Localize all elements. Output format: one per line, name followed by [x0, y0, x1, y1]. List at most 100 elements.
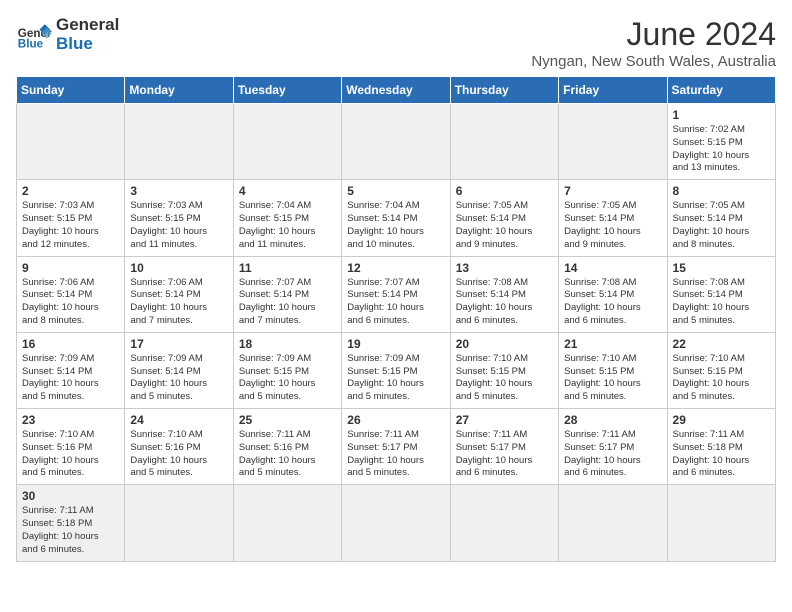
day-number: 2: [22, 184, 119, 198]
day-info: Sunrise: 7:03 AM Sunset: 5:15 PM Dayligh…: [22, 200, 119, 251]
day-info: Sunrise: 7:10 AM Sunset: 5:15 PM Dayligh…: [564, 353, 661, 404]
calendar-day-cell: [125, 485, 233, 561]
day-number: 23: [22, 413, 119, 427]
calendar-day-cell: [450, 104, 558, 180]
calendar-day-cell: [450, 485, 558, 561]
calendar-day-cell: 8 Sunrise: 7:05 AM Sunset: 5:14 PM Daylig…: [667, 180, 775, 256]
calendar-day-cell: 19 Sunrise: 7:09 AM Sunset: 5:15 PM Dayli…: [342, 332, 450, 408]
calendar-day-cell: [559, 485, 667, 561]
calendar-day-cell: 7Sunrise: 7:05 AM Sunset: 5:14 PM Daylig…: [559, 180, 667, 256]
calendar-day-cell: 3 Sunrise: 7:03 AM Sunset: 5:15 PM Daylig…: [125, 180, 233, 256]
day-info: Sunrise: 7:10 AM Sunset: 5:16 PM Dayligh…: [22, 429, 119, 480]
day-info: Sunrise: 7:10 AM Sunset: 5:16 PM Dayligh…: [130, 429, 227, 480]
day-info: Sunrise: 7:03 AM Sunset: 5:15 PM Dayligh…: [130, 200, 227, 251]
calendar-day-cell: 25 Sunrise: 7:11 AM Sunset: 5:16 PM Dayli…: [233, 409, 341, 485]
calendar-day-cell: 30 Sunrise: 7:11 AM Sunset: 5:18 PM Dayli…: [17, 485, 125, 561]
calendar-day-cell: 27Sunrise: 7:11 AM Sunset: 5:17 PM Dayli…: [450, 409, 558, 485]
calendar-day-cell: 10 Sunrise: 7:06 AM Sunset: 5:14 PM Dayli…: [125, 256, 233, 332]
day-info: Sunrise: 7:07 AM Sunset: 5:14 PM Dayligh…: [347, 277, 444, 328]
day-number: 16: [22, 337, 119, 351]
calendar-day-cell: 4 Sunrise: 7:04 AM Sunset: 5:15 PM Daylig…: [233, 180, 341, 256]
calendar-header-cell: Thursday: [450, 77, 558, 104]
day-number: 19: [347, 337, 444, 351]
calendar-day-cell: 2 Sunrise: 7:03 AM Sunset: 5:15 PM Daylig…: [17, 180, 125, 256]
day-info: Sunrise: 7:06 AM Sunset: 5:14 PM Dayligh…: [130, 277, 227, 328]
day-info: Sunrise: 7:07 AM Sunset: 5:14 PM Dayligh…: [239, 277, 336, 328]
day-info: Sunrise: 7:08 AM Sunset: 5:14 PM Dayligh…: [564, 277, 661, 328]
calendar-header-row: SundayMondayTuesdayWednesdayThursdayFrid…: [17, 77, 776, 104]
day-info: Sunrise: 7:11 AM Sunset: 5:17 PM Dayligh…: [456, 429, 553, 480]
calendar-week-row: 1 Sunrise: 7:02 AM Sunset: 5:15 PM Daylig…: [17, 104, 776, 180]
day-number: 8: [673, 184, 770, 198]
day-number: 17: [130, 337, 227, 351]
calendar-week-row: 30 Sunrise: 7:11 AM Sunset: 5:18 PM Dayli…: [17, 485, 776, 561]
location-title: Nyngan, New South Wales, Australia: [531, 53, 776, 70]
day-number: 14: [564, 261, 661, 275]
day-number: 15: [673, 261, 770, 275]
day-number: 28: [564, 413, 661, 427]
day-number: 26: [347, 413, 444, 427]
day-number: 5: [347, 184, 444, 198]
day-number: 6: [456, 184, 553, 198]
day-info: Sunrise: 7:09 AM Sunset: 5:15 PM Dayligh…: [239, 353, 336, 404]
calendar-day-cell: [17, 104, 125, 180]
logo-general-text: General: [56, 16, 119, 35]
day-info: Sunrise: 7:10 AM Sunset: 5:15 PM Dayligh…: [673, 353, 770, 404]
calendar-day-cell: 29Sunrise: 7:11 AM Sunset: 5:18 PM Dayli…: [667, 409, 775, 485]
logo-blue-text: Blue: [56, 35, 119, 54]
calendar-day-cell: 18 Sunrise: 7:09 AM Sunset: 5:15 PM Dayli…: [233, 332, 341, 408]
day-info: Sunrise: 7:10 AM Sunset: 5:15 PM Dayligh…: [456, 353, 553, 404]
day-number: 21: [564, 337, 661, 351]
calendar-day-cell: 11 Sunrise: 7:07 AM Sunset: 5:14 PM Dayli…: [233, 256, 341, 332]
calendar-week-row: 9 Sunrise: 7:06 AM Sunset: 5:14 PM Daylig…: [17, 256, 776, 332]
calendar-header-cell: Sunday: [17, 77, 125, 104]
day-number: 4: [239, 184, 336, 198]
calendar-day-cell: 26 Sunrise: 7:11 AM Sunset: 5:17 PM Dayli…: [342, 409, 450, 485]
calendar-day-cell: 5Sunrise: 7:04 AM Sunset: 5:14 PM Daylig…: [342, 180, 450, 256]
day-number: 30: [22, 489, 119, 503]
day-number: 10: [130, 261, 227, 275]
logo: General Blue General Blue: [16, 16, 119, 53]
calendar-day-cell: 17Sunrise: 7:09 AM Sunset: 5:14 PM Dayli…: [125, 332, 233, 408]
day-info: Sunrise: 7:05 AM Sunset: 5:14 PM Dayligh…: [456, 200, 553, 251]
day-number: 9: [22, 261, 119, 275]
day-info: Sunrise: 7:04 AM Sunset: 5:15 PM Dayligh…: [239, 200, 336, 251]
calendar-day-cell: [667, 485, 775, 561]
day-info: Sunrise: 7:05 AM Sunset: 5:14 PM Dayligh…: [673, 200, 770, 251]
calendar-day-cell: [233, 104, 341, 180]
calendar-day-cell: 16 Sunrise: 7:09 AM Sunset: 5:14 PM Dayli…: [17, 332, 125, 408]
day-number: 24: [130, 413, 227, 427]
calendar-day-cell: 21 Sunrise: 7:10 AM Sunset: 5:15 PM Dayli…: [559, 332, 667, 408]
day-number: 3: [130, 184, 227, 198]
day-info: Sunrise: 7:09 AM Sunset: 5:14 PM Dayligh…: [22, 353, 119, 404]
calendar-day-cell: 13 Sunrise: 7:08 AM Sunset: 5:14 PM Dayli…: [450, 256, 558, 332]
day-number: 12: [347, 261, 444, 275]
day-number: 1: [673, 108, 770, 122]
day-number: 22: [673, 337, 770, 351]
calendar-day-cell: [342, 485, 450, 561]
day-info: Sunrise: 7:09 AM Sunset: 5:15 PM Dayligh…: [347, 353, 444, 404]
calendar-body: 1 Sunrise: 7:02 AM Sunset: 5:15 PM Daylig…: [17, 104, 776, 562]
day-number: 25: [239, 413, 336, 427]
day-number: 11: [239, 261, 336, 275]
day-info: Sunrise: 7:11 AM Sunset: 5:18 PM Dayligh…: [22, 505, 119, 556]
calendar-day-cell: [559, 104, 667, 180]
calendar-day-cell: 14 Sunrise: 7:08 AM Sunset: 5:14 PM Dayli…: [559, 256, 667, 332]
day-info: Sunrise: 7:11 AM Sunset: 5:16 PM Dayligh…: [239, 429, 336, 480]
calendar-day-cell: [342, 104, 450, 180]
day-number: 29: [673, 413, 770, 427]
day-info: Sunrise: 7:02 AM Sunset: 5:15 PM Dayligh…: [673, 124, 770, 175]
calendar-header-cell: Monday: [125, 77, 233, 104]
calendar-day-cell: 28Sunrise: 7:11 AM Sunset: 5:17 PM Dayli…: [559, 409, 667, 485]
calendar-day-cell: 20Sunrise: 7:10 AM Sunset: 5:15 PM Dayli…: [450, 332, 558, 408]
page-header: General Blue General Blue June 2024 Nyng…: [16, 16, 776, 70]
day-info: Sunrise: 7:06 AM Sunset: 5:14 PM Dayligh…: [22, 277, 119, 328]
day-number: 13: [456, 261, 553, 275]
calendar-table: SundayMondayTuesdayWednesdayThursdayFrid…: [16, 76, 776, 562]
calendar-day-cell: 1 Sunrise: 7:02 AM Sunset: 5:15 PM Daylig…: [667, 104, 775, 180]
calendar-day-cell: 23 Sunrise: 7:10 AM Sunset: 5:16 PM Dayli…: [17, 409, 125, 485]
calendar-day-cell: 22 Sunrise: 7:10 AM Sunset: 5:15 PM Dayli…: [667, 332, 775, 408]
day-info: Sunrise: 7:11 AM Sunset: 5:17 PM Dayligh…: [347, 429, 444, 480]
day-number: 18: [239, 337, 336, 351]
day-info: Sunrise: 7:08 AM Sunset: 5:14 PM Dayligh…: [456, 277, 553, 328]
